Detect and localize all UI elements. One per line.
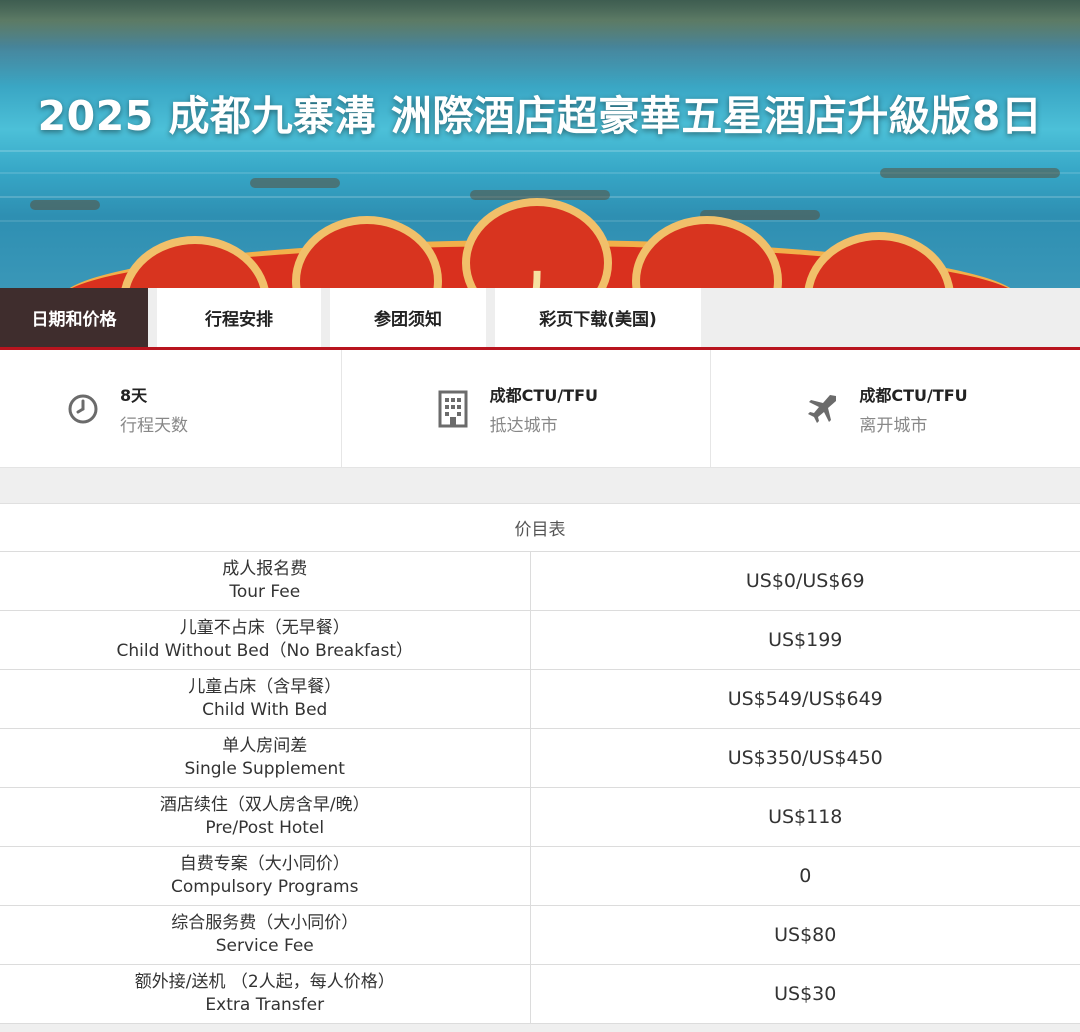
fee-name-cn: 综合服务费（大小同价） [171,912,359,933]
promo-badge: 价 [804,232,954,288]
fee-name-cn: 酒店续住（双人房含早/晚） [159,794,370,815]
promo-badge: 特 [632,216,782,288]
table-row: 儿童占床（含早餐） Child With Bed US$549/US$649 [0,669,1080,729]
tab-notices[interactable]: 参团须知 [330,288,486,347]
fee-price: US$199 [530,610,1080,670]
tab-dates-prices[interactable]: 日期和价格 [0,288,148,347]
fee-name-en: Pre/Post Hotel [205,817,325,838]
price-table: 价目表 成人报名费 Tour Fee US$0/US$69 儿童不占床（无早餐） C… [0,504,1080,1024]
fee-name-cn: 成人报名费 [222,558,308,579]
tab-bar: 日期和价格 行程安排 参团须知 彩页下载(美国) [0,288,1080,350]
fee-price: US$0/US$69 [530,551,1080,611]
table-row: 酒店续住（双人房含早/晚） Pre/Post Hotel US$118 [0,787,1080,847]
fee-price: US$350/US$450 [530,728,1080,788]
table-row: 综合服务费（大小同价） Service Fee US$80 [0,905,1080,965]
trip-info: 8天 行程天数 成都CTU/TFU 抵达城市 成都CTU/TFU 离开城市 [0,350,1080,468]
airplane-icon [805,392,839,426]
fee-name-en: Service Fee [215,935,314,956]
fee-price: 0 [530,846,1080,906]
promo-badge: 大 [462,198,612,288]
fee-price: US$118 [530,787,1080,847]
table-row: 儿童不占床（无早餐） Child Without Bed（No Breakfast… [0,610,1080,670]
departure-city-value: 成都CTU/TFU [859,385,968,405]
arrival-city-label: 抵达城市 [489,415,558,436]
fee-name-cn: 儿童占床（含早餐） [188,676,342,697]
departure-card: 成都CTU/TFU 离开城市 [711,350,1080,467]
promo-badge: 年 [292,216,442,288]
section-divider [0,468,1080,504]
duration-value: 8天 [120,385,148,405]
bottom-strip [0,1023,1080,1032]
fee-name-en: Compulsory Programs [171,876,359,897]
arrival-card: 成都CTU/TFU 抵达城市 [342,350,712,467]
table-row: 单人房间差 Single Supplement US$350/US$450 [0,728,1080,788]
hero-banner: 2025 成都九寨溝 洲際酒店超豪華五星酒店升級版8日 新 年 大 特 价 [0,0,1080,288]
duration-label: 行程天数 [120,415,188,436]
fee-name-en: Single Supplement [184,758,345,779]
table-row: 额外接/送机 （2人起，每人价格） Extra Transfer US$30 [0,964,1080,1024]
fee-price: US$549/US$649 [530,669,1080,729]
tab-itinerary[interactable]: 行程安排 [157,288,321,347]
duration-card: 8天 行程天数 [0,350,342,467]
fee-price: US$30 [530,964,1080,1024]
fee-name-cn: 额外接/送机 （2人起，每人价格） [134,971,395,992]
fee-name-en: Tour Fee [229,581,301,602]
building-icon [436,390,470,427]
banner-title: 2025 成都九寨溝 洲際酒店超豪華五星酒店升級版8日 [37,92,1043,140]
tab-brochure-download[interactable]: 彩页下载(美国) [495,288,701,347]
table-row: 自费专案（大小同价） Compulsory Programs 0 [0,846,1080,906]
fee-name-en: Extra Transfer [205,994,325,1015]
departure-city-label: 离开城市 [859,415,928,436]
clock-icon [66,392,100,426]
arrival-city-value: 成都CTU/TFU [489,385,599,405]
promo-badge: 新 [120,236,270,288]
fee-name-cn: 单人房间差 [222,735,308,756]
price-table-title: 价目表 [0,504,1080,552]
fee-name-cn: 儿童不占床（无早餐） [179,617,350,638]
fee-price: US$80 [530,905,1080,965]
fee-name-en: Child Without Bed（No Breakfast） [116,640,414,661]
fee-name-cn: 自费专案（大小同价） [179,853,350,874]
fee-name-en: Child With Bed [202,699,328,720]
table-row: 成人报名费 Tour Fee US$0/US$69 [0,551,1080,611]
